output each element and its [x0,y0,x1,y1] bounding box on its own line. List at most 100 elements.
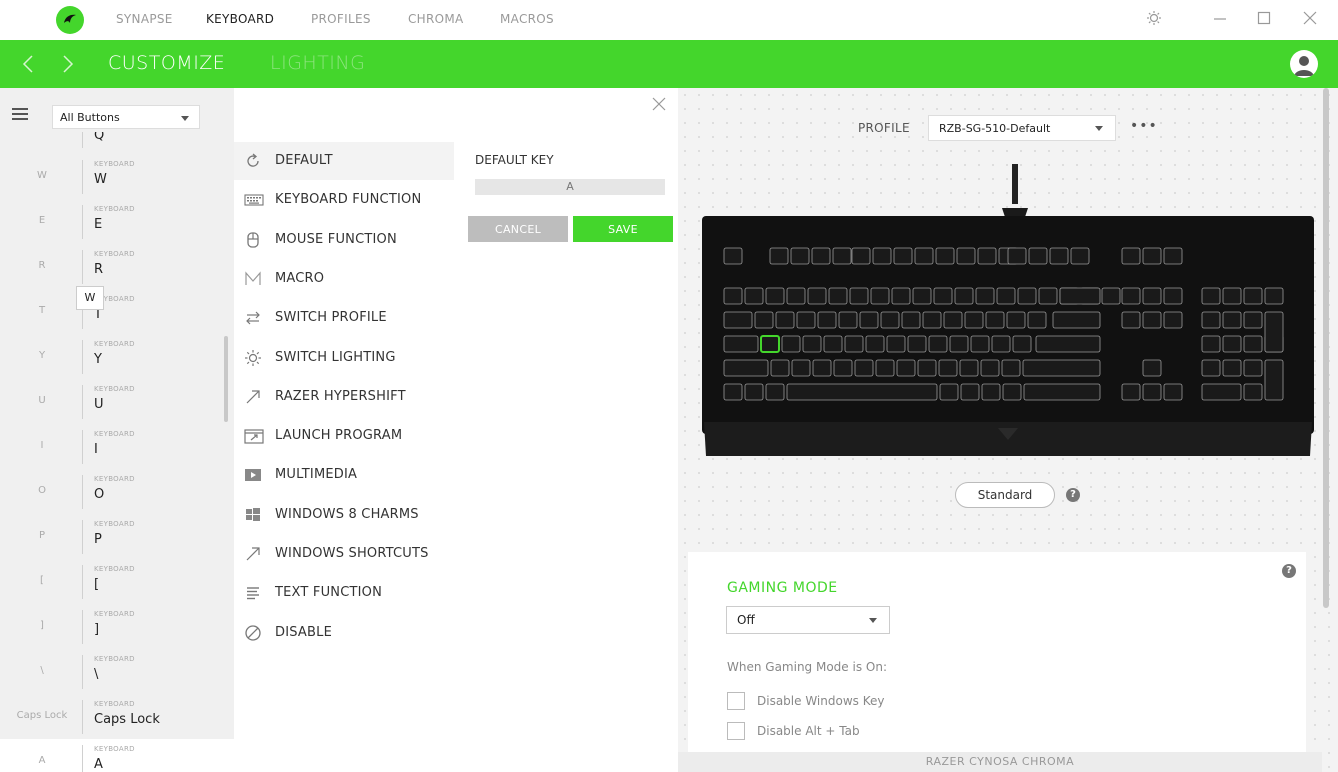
keyboard-key [765,383,785,401]
forward-arrow-icon[interactable] [62,53,74,79]
keyboard-key [1012,335,1032,353]
keyboard-key [1028,247,1048,265]
subnav-tab-customize[interactable]: CUSTOMIZE [108,52,225,74]
list-item[interactable]: U KEYBOARD U [0,379,234,425]
maximize-icon[interactable] [1256,10,1276,30]
key-type: KEYBOARD [94,160,135,168]
keyboard-key [917,359,937,377]
keyboard-key [802,335,822,353]
function-item-macro[interactable]: MACRO [234,260,454,298]
keyboard-key [775,311,795,329]
keyboard-key [1222,359,1242,377]
nav-tab-profiles[interactable]: PROFILES [311,12,371,26]
gaming-mode-dropdown[interactable]: Off [726,606,890,634]
nav-tab-synapse[interactable]: SYNAPSE [116,12,173,26]
keyboard-key [959,359,979,377]
profile-dropdown[interactable]: RZB-SG-510-Default [928,115,1116,141]
key-name: Caps Lock [16,710,68,721]
key-name: \ [40,665,44,676]
keyboard-key [956,247,976,265]
function-item-launch-program[interactable]: LAUNCH PROGRAM [234,417,454,455]
subnav-tab-lighting[interactable]: LIGHTING [270,52,365,74]
back-arrow-icon[interactable] [22,53,34,79]
list-item[interactable]: O KEYBOARD O [0,469,234,515]
razer-logo-icon[interactable] [56,6,84,34]
keyboard-icon [244,191,264,209]
keyboard-key [812,359,832,377]
keyboard-key [928,335,948,353]
list-item[interactable]: T KEYBOARD T [0,289,234,335]
keyboard-key [1035,335,1101,353]
function-item-keyboard-function[interactable]: KEYBOARD FUNCTION [234,181,454,219]
keyboard-key [1201,359,1221,377]
help-icon[interactable]: ? [1066,488,1080,502]
list-item[interactable]: A KEYBOARD A [0,739,234,772]
keyboard-key [828,287,848,305]
list-item[interactable]: W KEYBOARD W [0,154,234,200]
chevron-down-icon [181,116,189,121]
keyboard-key [886,335,906,353]
checkbox[interactable] [727,692,745,710]
function-item-windows-8-charms[interactable]: WINDOWS 8 CHARMS [234,496,454,534]
keyboard-key [1070,247,1090,265]
list-item[interactable]: ] KEYBOARD] [0,604,234,650]
keyboard-key [891,287,911,305]
list-item[interactable]: R KEYBOARD R [0,244,234,290]
button-filter-dropdown[interactable]: All Buttons [52,105,200,129]
list-item[interactable]: E KEYBOARD E [0,199,234,245]
keyboard-key [1222,287,1242,305]
keyboard-key [1007,247,1027,265]
key-type: KEYBOARD [94,520,135,528]
gaming-mode-title: GAMING MODE [727,580,838,596]
function-item-default[interactable]: DEFAULT [234,142,454,180]
keyboard-key [832,247,852,265]
function-item-mouse-function[interactable]: MOUSE FUNCTION [234,221,454,259]
key-name: R [38,260,46,271]
keyboard-key [723,359,769,377]
list-item-partial[interactable]: Q [0,132,234,148]
keyboard-key [723,311,753,329]
right-scrollbar[interactable] [1323,88,1329,608]
list-item[interactable]: [KEYBOARD [ [0,559,234,605]
settings-gear-icon[interactable] [1146,10,1166,30]
function-item-razer-hypershift[interactable]: RAZER HYPERSHIFT [234,378,454,416]
function-item-multimedia[interactable]: MULTIMEDIA [234,456,454,494]
function-item-disable[interactable]: DISABLE [234,614,454,652]
keyboard-key [1023,383,1101,401]
keyboard-key [1142,287,1162,305]
user-avatar-icon[interactable] [1290,50,1318,78]
keyboard-key [1052,311,1101,329]
keyboard-key [1243,383,1263,401]
standard-mode-button[interactable]: Standard [955,482,1055,508]
menu-hamburger-icon[interactable] [12,108,28,123]
nav-tab-macros[interactable]: MACROS [500,12,554,26]
divider [82,565,83,599]
function-item-switch-profile[interactable]: SWITCH PROFILE [234,299,454,337]
key-list-scrollbar[interactable] [224,336,228,422]
more-options-icon[interactable]: ••• [1130,118,1158,134]
keyboard-key [723,287,743,305]
list-item[interactable]: Caps Lock KEYBOARD Caps Lock [0,694,234,740]
save-button[interactable]: SAVE [573,216,673,242]
list-item[interactable]: I KEYBOARD I [0,424,234,470]
nav-tab-chroma[interactable]: CHROMA [408,12,464,26]
reset-icon [244,152,264,170]
checkbox[interactable] [727,722,745,740]
keyboard-key [723,383,743,401]
nav-tab-keyboard[interactable]: KEYBOARD [206,12,274,26]
list-item[interactable]: P KEYBOARD P [0,514,234,560]
close-window-icon[interactable] [1302,10,1322,30]
function-item-switch-lighting[interactable]: SWITCH LIGHTING [234,339,454,377]
keyboard-key [1121,247,1141,265]
minimize-icon[interactable] [1212,10,1232,30]
key-tooltip: W [76,286,104,310]
gaming-help-icon[interactable]: ? [1282,564,1296,578]
close-icon[interactable] [652,96,666,115]
cancel-button[interactable]: CANCEL [468,216,568,242]
keyboard-key [765,287,785,305]
function-item-windows-shortcuts[interactable]: WINDOWS SHORTCUTS [234,535,454,573]
function-item-text-function[interactable]: TEXT FUNCTION [234,574,454,612]
list-item[interactable]: Y KEYBOARD Y [0,334,234,380]
keyboard-key [893,247,913,265]
list-item[interactable]: \ KEYBOARD \ [0,649,234,695]
